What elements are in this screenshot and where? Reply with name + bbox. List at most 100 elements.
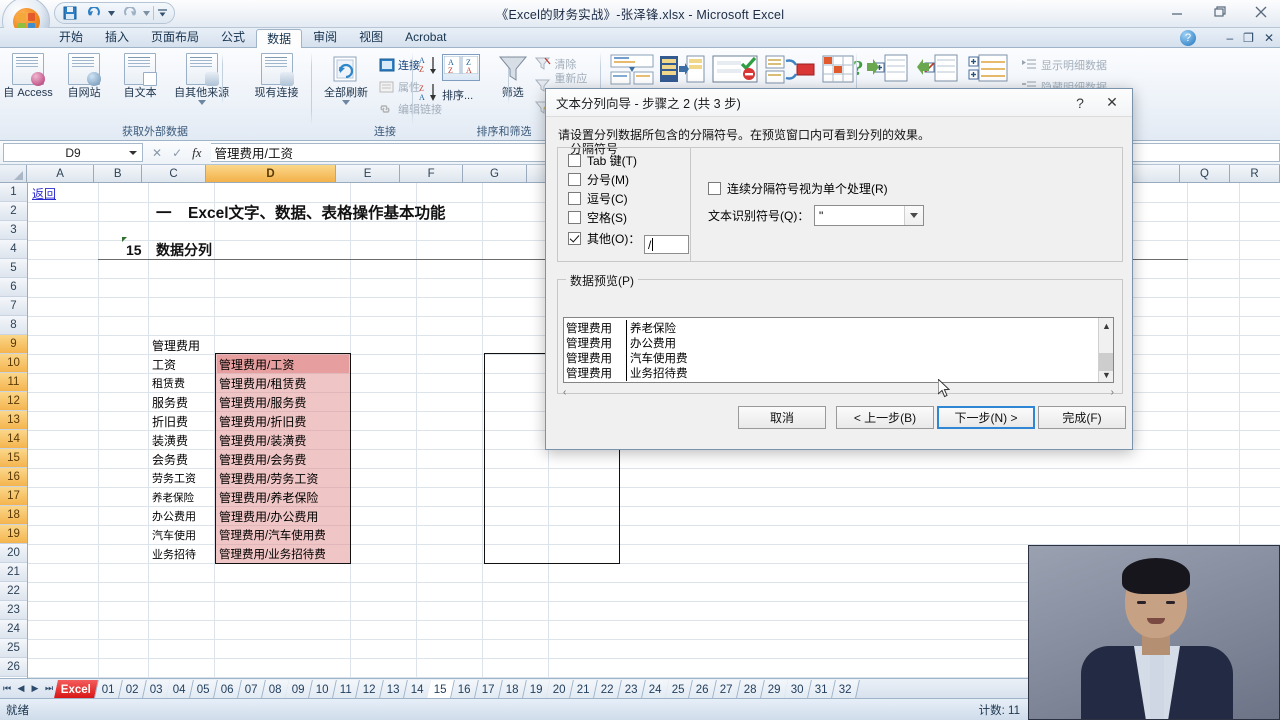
row-header-4[interactable]: 4 — [0, 240, 27, 259]
undo-dropdown-icon[interactable] — [107, 4, 116, 22]
consecutive-delimiters-row[interactable]: 连续分隔符号视为单个处理(R) — [708, 179, 888, 198]
sheet-tab-32[interactable]: 32 — [832, 680, 860, 698]
from-text-button[interactable]: 自文本 — [112, 50, 168, 99]
column-header-f[interactable]: F — [400, 165, 463, 182]
workbook-close-icon[interactable]: ✕ — [1264, 31, 1274, 45]
row-header-17[interactable]: 17 — [0, 487, 27, 506]
sheet-tab-07[interactable]: 07 — [238, 680, 266, 698]
dialog-help-icon[interactable]: ? — [1064, 90, 1096, 116]
cell-d10[interactable]: 管理费用/租赁费 — [219, 374, 306, 392]
name-box[interactable]: D9 — [3, 143, 143, 162]
name-box-dropdown-icon[interactable] — [129, 151, 137, 155]
row-header-5[interactable]: 5 — [0, 259, 27, 278]
row-header-22[interactable]: 22 — [0, 582, 27, 601]
tab-data[interactable]: 数据 — [256, 29, 302, 49]
cell-d17[interactable]: 管理费用/办公费用 — [219, 507, 318, 525]
cell-d19[interactable]: 管理费用/业务招待费 — [219, 545, 326, 563]
cell-c9[interactable]: 工资 — [152, 355, 176, 373]
cell-c10[interactable]: 租赁费 — [152, 374, 185, 392]
cell-c11[interactable]: 服务费 — [152, 393, 188, 411]
row-header-2[interactable]: 2 — [0, 202, 27, 221]
cell-d12[interactable]: 管理费用/折旧费 — [219, 412, 306, 430]
cell-c18[interactable]: 汽车使用 — [152, 526, 196, 544]
subtotal-button[interactable] — [966, 50, 1010, 85]
consolidate-button[interactable] — [764, 50, 816, 85]
refresh-all-button[interactable]: 全部刷新 — [315, 50, 377, 105]
prev-sheet-icon[interactable]: ◀ — [14, 683, 28, 694]
text-qualifier-combo[interactable]: " — [814, 205, 924, 226]
from-other-sources-button[interactable]: 自其他来源 — [168, 50, 235, 105]
row-header-14[interactable]: 14 — [0, 430, 27, 449]
customize-qat-icon[interactable] — [156, 4, 168, 22]
last-sheet-icon[interactable]: ⏭ — [42, 683, 56, 694]
row-header-23[interactable]: 23 — [0, 601, 27, 620]
help-icon[interactable]: ? — [1180, 30, 1196, 46]
row-header-11[interactable]: 11 — [0, 373, 27, 392]
tab-review[interactable]: 审阅 — [302, 27, 348, 48]
text-qualifier-dropdown-icon[interactable] — [904, 206, 923, 225]
close-icon[interactable] — [1248, 2, 1274, 22]
select-all-button[interactable] — [0, 165, 27, 182]
row-header-19[interactable]: 19 — [0, 525, 27, 544]
row-header-6[interactable]: 6 — [0, 278, 27, 297]
group-button[interactable] — [866, 50, 910, 85]
dialog-next-button[interactable]: 下一步(N) > — [937, 406, 1035, 429]
sort-dialog-button[interactable]: AZZA — [442, 54, 480, 81]
tab-view[interactable]: 视图 — [348, 27, 394, 48]
delimiter-space-row[interactable]: 空格(S) — [568, 208, 692, 227]
data-preview-box[interactable]: 管理费用 养老保险 管理费用 办公费用 管理费用 汽车使用费 管理费用 业务招待… — [563, 317, 1114, 383]
sheet-tab-02[interactable]: 02 — [119, 680, 147, 698]
sort-desc-button[interactable]: ZA — [418, 82, 440, 107]
row-header-9[interactable]: 9 — [0, 335, 27, 354]
sheet-tab-27[interactable]: 27 — [713, 680, 741, 698]
sheet-tab-12[interactable]: 12 — [356, 680, 384, 698]
undo-icon[interactable] — [83, 4, 105, 22]
delimiter-other-checkbox[interactable] — [568, 232, 581, 245]
preview-scroll-right-icon[interactable]: › — [1111, 387, 1114, 398]
preview-scroll-up-icon[interactable]: ▲ — [1099, 318, 1114, 333]
row-header-12[interactable]: 12 — [0, 392, 27, 411]
other-delimiter-input[interactable]: / — [644, 235, 689, 254]
sheet-tab-13[interactable]: 13 — [380, 680, 408, 698]
first-sheet-icon[interactable]: ⏮ — [0, 683, 14, 694]
tab-formulas[interactable]: 公式 — [210, 27, 256, 48]
confirm-edit-icon[interactable]: ✓ — [172, 146, 182, 160]
column-header-g[interactable]: G — [463, 165, 526, 182]
row-header-21[interactable]: 21 — [0, 563, 27, 582]
tab-insert[interactable]: 插入 — [94, 27, 140, 48]
delimiter-semicolon-checkbox[interactable] — [568, 173, 581, 186]
cell-c15[interactable]: 劳务工资 — [152, 469, 196, 487]
remove-duplicates-button[interactable] — [658, 50, 706, 85]
consecutive-delimiters-checkbox[interactable] — [708, 182, 721, 195]
redo-dropdown-icon[interactable] — [142, 4, 151, 22]
row-header-24[interactable]: 24 — [0, 620, 27, 639]
cell-d14[interactable]: 管理费用/会务费 — [219, 450, 306, 468]
column-header-q[interactable]: Q — [1180, 165, 1230, 182]
row-header-1[interactable]: 1 — [0, 183, 27, 202]
cell-d13[interactable]: 管理费用/装潢费 — [219, 431, 306, 449]
sheet-tab-17[interactable]: 17 — [475, 680, 503, 698]
cell-c16[interactable]: 养老保险 — [152, 488, 194, 506]
workbook-restore-icon[interactable]: ❐ — [1243, 31, 1254, 45]
sort-label[interactable]: 排序... — [442, 87, 473, 103]
cell-c19[interactable]: 业务招待 — [152, 545, 196, 563]
dialog-finish-button[interactable]: 完成(F) — [1038, 406, 1126, 429]
column-header-c[interactable]: C — [142, 165, 205, 182]
cell-d18[interactable]: 管理费用/汽车使用费 — [219, 526, 326, 544]
cell-a1-return-link[interactable]: 返回 — [32, 184, 56, 202]
minimize-icon[interactable] — [1164, 2, 1190, 22]
existing-connections-button[interactable]: 现有连接 — [243, 50, 310, 99]
row-header-3[interactable]: 3 — [0, 221, 27, 240]
delimiter-semicolon-row[interactable]: 分号(M) — [568, 170, 692, 189]
cell-d15[interactable]: 管理费用/劳务工资 — [219, 469, 318, 487]
sheet-tab-excel[interactable]: Excel — [54, 680, 99, 698]
sheet-tab-23[interactable]: 23 — [618, 680, 646, 698]
cell-c13[interactable]: 装潢费 — [152, 431, 188, 449]
restore-icon[interactable] — [1206, 2, 1232, 22]
preview-horizontal-scrollbar[interactable]: ‹ › — [563, 385, 1114, 399]
delimiter-space-checkbox[interactable] — [568, 211, 581, 224]
row-header-8[interactable]: 8 — [0, 316, 27, 335]
delimiter-comma-checkbox[interactable] — [568, 192, 581, 205]
delimiter-comma-row[interactable]: 逗号(C) — [568, 189, 692, 208]
row-header-16[interactable]: 16 — [0, 468, 27, 487]
